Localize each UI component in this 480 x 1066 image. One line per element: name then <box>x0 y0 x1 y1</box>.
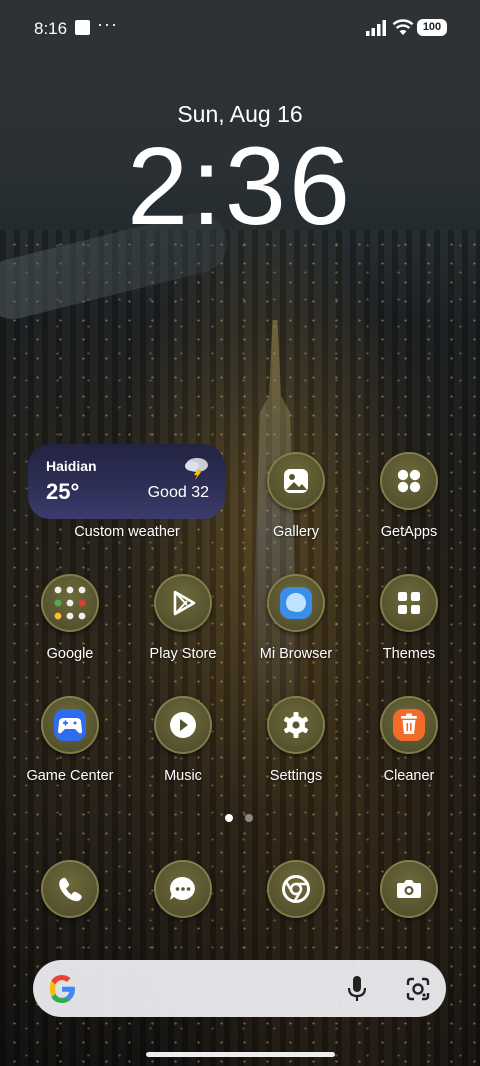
wifi-icon <box>392 19 414 35</box>
gallery-icon <box>284 469 308 493</box>
phone-icon <box>59 877 82 902</box>
game-center-icon <box>54 709 86 741</box>
settings-app[interactable] <box>267 696 325 754</box>
status-time: 8:16 <box>34 19 68 38</box>
chrome-app[interactable] <box>267 860 325 918</box>
cleaner-icon <box>393 709 425 741</box>
themes-app[interactable] <box>380 574 438 632</box>
cleaner-label: Cleaner <box>383 768 435 784</box>
weather-temperature: 25° <box>46 479 80 504</box>
thunderstorm-icon <box>185 458 208 480</box>
battery-icon: 100 <box>417 19 447 36</box>
themes-label: Themes <box>382 646 436 662</box>
mi-browser-label: Mi Browser <box>259 646 333 662</box>
signal-icon <box>366 20 386 36</box>
game-center-app[interactable] <box>41 696 99 754</box>
themes-icon <box>398 592 420 614</box>
page-dot-active <box>225 814 233 822</box>
lens-icon[interactable] <box>403 974 433 1004</box>
lockscreen-clock: 2:36 <box>126 125 354 248</box>
notification-icon <box>75 20 90 35</box>
play-store-app[interactable] <box>154 574 212 632</box>
gallery-label: Gallery <box>273 524 319 540</box>
gallery-app[interactable] <box>267 452 325 510</box>
camera-app[interactable] <box>380 860 438 918</box>
weather-widget[interactable]: Haidian 25° Good 32 <box>28 444 225 519</box>
folder-icon <box>54 586 86 620</box>
more-notifications-icon: ··· <box>97 14 118 34</box>
google-label: Google <box>46 646 94 662</box>
play-store-label: Play Store <box>149 646 217 662</box>
mi-browser-icon <box>280 587 312 619</box>
weather-air-quality: Good 32 <box>147 484 209 501</box>
cleaner-app[interactable] <box>380 696 438 754</box>
gear-icon <box>284 712 308 738</box>
weather-widget-label: Custom weather <box>74 524 180 540</box>
music-icon <box>170 712 196 738</box>
play-store-icon <box>173 590 196 616</box>
status-bar: 8:16 ··· 100 <box>0 0 480 56</box>
game-center-label: Game Center <box>26 768 114 784</box>
weather-city: Haidian <box>46 458 97 474</box>
phone-app[interactable] <box>41 860 99 918</box>
google-folder[interactable] <box>41 574 99 632</box>
google-search-bar[interactable] <box>33 960 446 1017</box>
getapps-app[interactable] <box>380 452 438 510</box>
music-label: Music <box>164 768 202 784</box>
messages-app[interactable] <box>154 860 212 918</box>
messages-icon <box>170 876 195 900</box>
getapps-icon <box>397 469 421 493</box>
mic-icon[interactable] <box>343 974 371 1004</box>
camera-icon <box>397 880 421 898</box>
music-app[interactable] <box>154 696 212 754</box>
getapps-label: GetApps <box>380 524 438 540</box>
page-indicator <box>225 809 265 827</box>
lockscreen-date: Sun, Aug 16 <box>177 101 303 127</box>
chrome-icon <box>282 875 310 903</box>
home-indicator[interactable] <box>146 1052 335 1057</box>
settings-label: Settings <box>269 768 323 784</box>
mi-browser-app[interactable] <box>267 574 325 632</box>
page-dot <box>245 814 253 822</box>
google-g-icon <box>49 975 75 1003</box>
